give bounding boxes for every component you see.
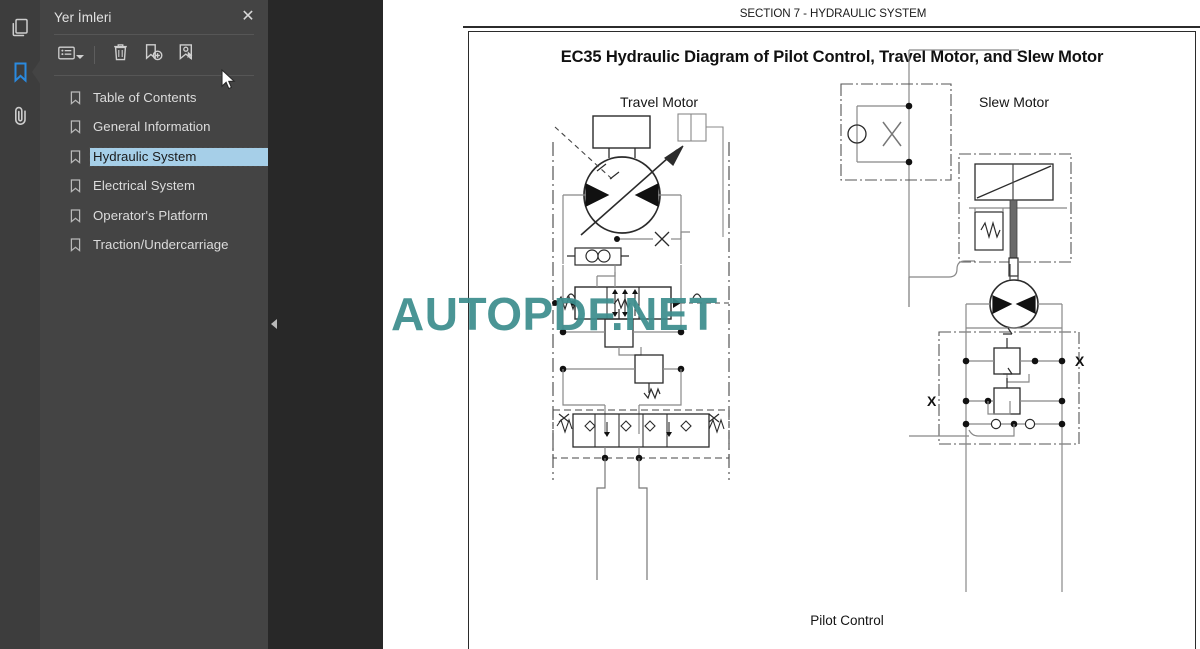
bookmark-icon	[70, 120, 90, 135]
find-bookmark-button[interactable]	[171, 41, 201, 69]
bookmark-label: Electrical System	[93, 178, 195, 194]
bookmark-icon	[70, 179, 90, 194]
bookmarks-toolbar	[40, 35, 268, 75]
section-header: SECTION 7 - HYDRAULIC SYSTEM	[739, 7, 927, 20]
sidebar-icon-rail	[0, 0, 41, 649]
list-item-selected[interactable]: Hydraulic System	[40, 142, 283, 172]
chevron-down-icon	[76, 54, 84, 59]
document-viewport[interactable]: SECTION 7 - HYDRAULIC SYSTEM EC35 Hydrau…	[383, 0, 1200, 649]
bookmark-label: Operator's Platform	[93, 207, 208, 223]
bookmark-label: Hydraulic System	[88, 146, 283, 167]
bookmark-icon	[70, 209, 90, 223]
pdf-viewer-window: Yer İmleri ✕ Table of Contents General I…	[0, 0, 1200, 649]
bookmark-icon	[70, 91, 90, 105]
pdf-page: SECTION 7 - HYDRAULIC SYSTEM EC35 Hydrau…	[391, 0, 1200, 649]
list-item[interactable]: Electrical System	[40, 172, 268, 202]
pages-thumbnail-icon	[11, 18, 30, 38]
bookmarks-panel-button[interactable]	[0, 50, 41, 94]
bookmark-label: Traction/Undercarriage	[93, 237, 229, 253]
list-item[interactable]: Table of Contents	[40, 83, 268, 113]
bookmark-icon	[70, 150, 90, 164]
bookmark-add-icon	[144, 43, 163, 67]
chevron-left-icon	[271, 319, 277, 329]
list-options-icon	[58, 46, 75, 65]
hydraulic-schematic: X X	[552, 49, 1085, 592]
bookmarks-panel: Yer İmleri ✕ Table of Contents General I…	[40, 0, 283, 649]
add-bookmark-button[interactable]	[138, 41, 168, 69]
thumbnails-panel-button[interactable]	[0, 6, 40, 50]
delete-bookmark-button[interactable]	[105, 41, 135, 69]
panel-title: Yer İmleri	[54, 9, 112, 25]
viewer-background-gutter	[268, 0, 383, 649]
list-item[interactable]: Operator's Platform	[40, 201, 268, 231]
bookmark-icon	[11, 61, 30, 83]
list-item[interactable]: Traction/Undercarriage	[40, 231, 268, 261]
svg-text:X: X	[1075, 353, 1085, 369]
bookmark-label: Table of Contents	[93, 89, 197, 105]
collapse-sidebar-handle[interactable]	[268, 310, 280, 338]
attachments-panel-button[interactable]	[0, 94, 40, 138]
bookmark-list: Table of Contents General Information Hy…	[40, 76, 283, 261]
list-item[interactable]: General Information	[40, 113, 268, 143]
trash-icon	[112, 43, 129, 67]
section-header-rule	[463, 26, 1200, 28]
bookmark-icon	[70, 238, 90, 253]
close-panel-button[interactable]: ✕	[238, 7, 258, 27]
bookmark-pointer-icon	[177, 43, 196, 67]
bookmark-label: General Information	[93, 119, 211, 135]
diagram-frame: EC35 Hydraulic Diagram of Pilot Control,…	[468, 31, 1196, 649]
paperclip-attachment-icon	[11, 105, 30, 127]
toolbar-divider	[94, 46, 95, 64]
svg-text:X: X	[927, 393, 937, 409]
panel-header: Yer İmleri ✕	[40, 0, 268, 34]
bookmark-options-button[interactable]	[56, 41, 86, 69]
